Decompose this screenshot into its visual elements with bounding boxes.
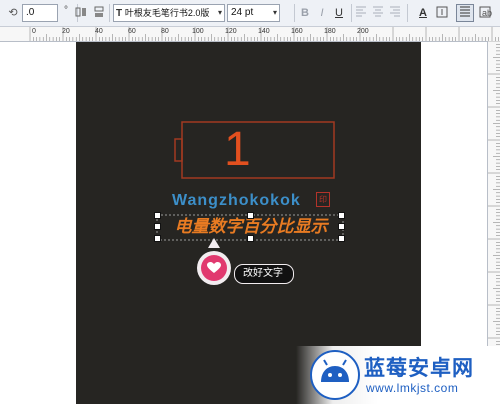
italic-button[interactable]: I xyxy=(313,4,331,22)
rotation-unit: ° xyxy=(64,5,68,16)
resize-handle[interactable] xyxy=(338,223,345,230)
battery-digit: 1 xyxy=(224,123,251,176)
chevron-down-icon: ▾ xyxy=(217,8,222,17)
mirror-horizontal-icon[interactable] xyxy=(72,4,90,22)
battery-terminal xyxy=(174,138,183,162)
font-family-dropdown[interactable]: T 叶根友毛笔行书2.0版 ▾ xyxy=(113,4,225,22)
resize-handle[interactable] xyxy=(154,212,161,219)
brand-text: Wangzhokokok xyxy=(172,192,301,209)
bold-button[interactable]: B xyxy=(296,4,314,22)
watermark: 蓝莓安卓网 www.lmkjst.com xyxy=(296,346,500,404)
edit-text-icon[interactable]: ab xyxy=(476,4,494,22)
chevron-down-icon: ▾ xyxy=(272,8,277,17)
ruler-label: 120 xyxy=(225,28,237,35)
font-size-dropdown[interactable]: 24 pt ▾ xyxy=(227,4,280,22)
ruler-label: 20 xyxy=(62,28,70,35)
align-center-icon[interactable] xyxy=(369,4,387,22)
text-properties-button[interactable]: A xyxy=(414,4,432,22)
toolbar-divider xyxy=(294,4,295,22)
annotation-bubble-fill xyxy=(201,255,227,281)
font-type-icon: T xyxy=(116,8,123,19)
font-size-value: 24 pt xyxy=(231,7,254,18)
ruler-label: 140 xyxy=(258,28,270,35)
battery-outline xyxy=(181,121,335,179)
resize-handle[interactable] xyxy=(247,235,254,242)
heart-icon xyxy=(207,262,221,273)
resize-handle[interactable] xyxy=(247,212,254,219)
ruler-label: 40 xyxy=(95,28,103,35)
character-format-icon[interactable] xyxy=(433,4,451,22)
align-right-icon[interactable] xyxy=(386,4,404,22)
underline-button[interactable]: U xyxy=(330,4,348,22)
rotation-input[interactable]: .0 xyxy=(22,4,58,22)
mirror-vertical-icon[interactable] xyxy=(90,4,108,22)
pointer-arrow-icon xyxy=(208,238,220,248)
align-left-icon[interactable] xyxy=(352,4,370,22)
property-toolbar: ⟲ .0 ° T 叶根友毛笔行书2.0版 ▾ 24 pt ▾ B I U A a… xyxy=(0,0,500,27)
resize-handle[interactable] xyxy=(338,235,345,242)
ruler-label: 160 xyxy=(291,28,303,35)
toolbar-divider xyxy=(109,4,110,22)
rotate-icon[interactable]: ⟲ xyxy=(4,4,22,22)
watermark-title: 蓝莓安卓网 xyxy=(364,356,474,380)
resize-handle[interactable] xyxy=(338,212,345,219)
ruler-label: 180 xyxy=(324,28,336,35)
svg-text:ab: ab xyxy=(482,8,492,18)
ruler-label: 60 xyxy=(128,28,136,35)
ruler-label: 80 xyxy=(161,28,169,35)
resize-handle[interactable] xyxy=(154,223,161,230)
horizontal-ruler[interactable]: 0 20 40 60 80 100 120 140 160 180 200 xyxy=(0,27,500,42)
resize-handle[interactable] xyxy=(154,235,161,242)
ruler-ticks xyxy=(29,27,499,41)
ruler-label: 100 xyxy=(192,28,204,35)
annotation-tooltip: 改好文字 xyxy=(234,264,294,284)
ruler-label: 200 xyxy=(357,28,369,35)
android-robot-icon xyxy=(310,350,360,400)
toolbar-divider xyxy=(407,4,408,22)
seal-stamp: 印 xyxy=(316,192,330,207)
font-family-value: 叶根友毛笔行书2.0版 xyxy=(124,8,210,18)
text-frame-button[interactable] xyxy=(456,4,474,22)
ruler-label: 0 xyxy=(32,28,36,35)
watermark-url: www.lmkjst.com xyxy=(366,381,459,395)
